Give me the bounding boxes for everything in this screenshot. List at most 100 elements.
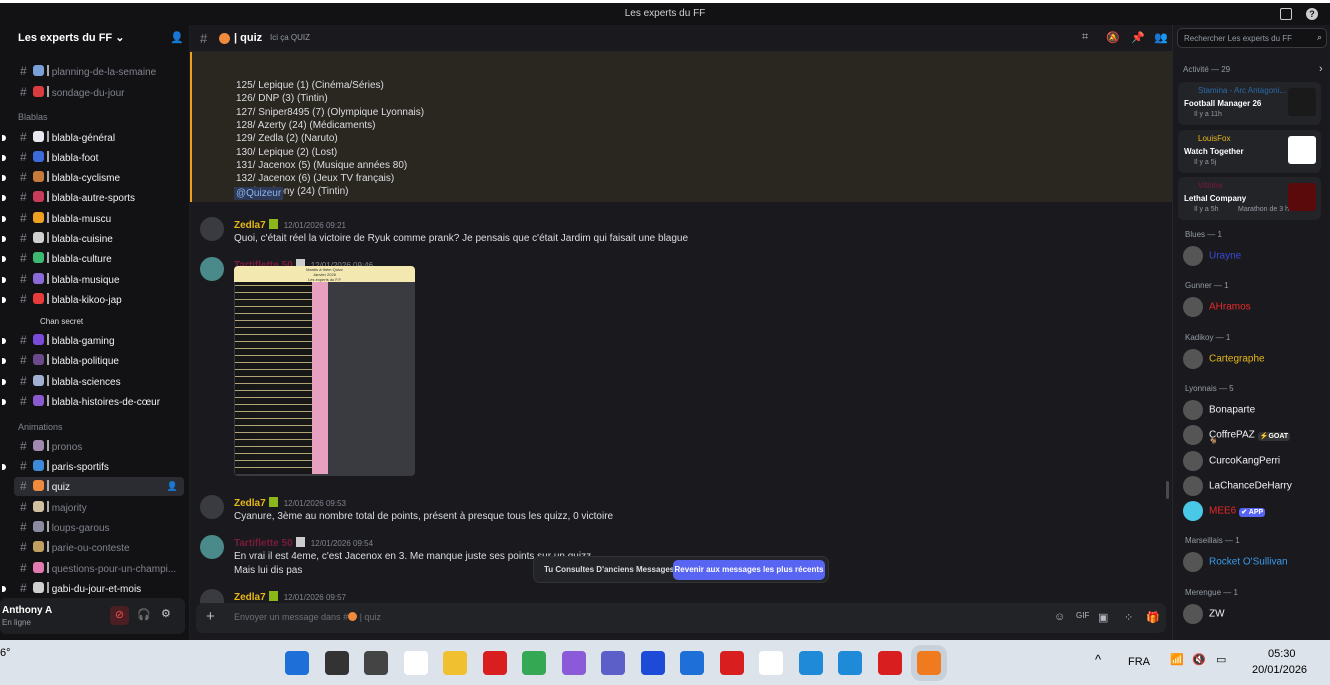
add-attachment-icon[interactable]: + (206, 608, 215, 625)
channel-blabla-autre-sports[interactable]: # blabla-autre-sports (2, 188, 184, 207)
channel-blabla-foot[interactable]: # blabla-foot (2, 148, 184, 167)
invite-icon[interactable]: 👤 (170, 31, 184, 44)
member-item[interactable]: Cartegraphe (1183, 348, 1265, 369)
input-language[interactable]: FRA (1128, 656, 1150, 668)
member-item[interactable]: Rocket O'Sullivan (1183, 552, 1288, 573)
file-explorer-icon[interactable] (443, 651, 467, 675)
file-icon[interactable] (403, 651, 428, 675)
channel-blabla-musique[interactable]: # blabla-musique (2, 270, 184, 289)
channel-quiz[interactable]: # quiz 👤 (14, 477, 184, 496)
activity-card[interactable]: Vitinha Lethal Company Il y a 5h Marathon d… (1178, 177, 1321, 220)
user-avatar[interactable] (200, 257, 224, 281)
member-item[interactable]: Urayne (1183, 246, 1241, 266)
sticker-icon[interactable]: ▣ (1098, 611, 1108, 624)
message-author[interactable]: Zedla7 12/01/2026 09:21 (234, 219, 346, 231)
volume-icon[interactable]: 🔇 (1192, 653, 1206, 666)
user-avatar[interactable] (200, 217, 224, 241)
task-view-icon[interactable] (364, 651, 388, 675)
pinned-icon[interactable]: 📌 (1131, 31, 1145, 44)
channel-blabla-cuisine[interactable]: # blabla-cuisine (2, 229, 184, 248)
settings-gear-icon[interactable]: ⚙ (161, 607, 171, 620)
wifi-icon[interactable]: 📶 (1170, 653, 1184, 666)
record-icon[interactable] (482, 651, 507, 675)
message-input-placeholder[interactable]: Envoyer un message dans # | quiz (234, 612, 381, 622)
channel-loups-garous[interactable]: # loups-garous (14, 518, 184, 537)
channel-pronos[interactable]: # pronos (14, 437, 184, 456)
member-item[interactable]: ZW (1183, 603, 1225, 624)
channel-topic[interactable]: Ici ça QUIZ (270, 33, 310, 42)
gif-icon[interactable]: GIF (1076, 611, 1089, 620)
teams-icon[interactable] (601, 651, 625, 675)
tlc-icon[interactable] (719, 651, 744, 675)
channel-parie-ou-conteste[interactable]: # parie-ou-conteste (14, 538, 184, 557)
member-item[interactable]: AHramos (1183, 297, 1251, 318)
outlook-icon[interactable] (680, 651, 704, 675)
help-icon[interactable]: ? (1306, 8, 1318, 20)
jump-to-present-button[interactable]: Revenir aux messages les plus récents (673, 560, 825, 580)
search-icon[interactable] (324, 651, 349, 675)
user-avatar[interactable] (200, 535, 224, 559)
channel-planning-de-la-semaine[interactable]: # planning-de-la-semaine (14, 62, 184, 81)
inbox-icon[interactable] (1280, 8, 1292, 20)
channel-blabla-général[interactable]: # blabla-général (2, 128, 184, 147)
message-author[interactable]: Tartiflette 50 12/01/2026 09:54 (234, 537, 373, 549)
category-animations[interactable]: Animations (18, 422, 63, 432)
chrome-icon[interactable] (522, 651, 546, 675)
activity-header[interactable]: Activité — 29 (1183, 65, 1230, 74)
m365-icon[interactable] (561, 651, 586, 675)
message-composer[interactable]: + Envoyer un message dans # | quiz ☺ GIF… (196, 603, 1166, 633)
notifications-icon[interactable]: 🔕 (1106, 31, 1120, 44)
member-item[interactable]: Bonaparte (1183, 399, 1255, 420)
member-item[interactable]: LaChanceDeHarry (1183, 475, 1292, 496)
channel-sondage-du-jour[interactable]: # sondage-du-jour (14, 83, 184, 102)
start-icon[interactable] (285, 651, 309, 675)
mute-mic-button[interactable]: ⊘ (110, 606, 129, 625)
gift-icon[interactable]: 🎁 (1146, 611, 1160, 624)
channel-gabi-du-jour-et-mois[interactable]: # gabi-du-jour-et-mois (2, 579, 184, 598)
apps-icon[interactable]: ⁘ (1124, 611, 1133, 624)
channel-blabla-histoires-de-cur[interactable]: # blabla-histoires-de-cœur (2, 392, 184, 411)
role-mention[interactable]: @Quizeur (234, 187, 284, 200)
username[interactable]: Anthony A (2, 605, 52, 616)
firefox-icon[interactable] (911, 645, 947, 681)
server-name-button[interactable]: Les experts du FF ⌄ (18, 31, 124, 44)
message-author[interactable]: Zedla7 12/01/2026 09:57 (234, 591, 346, 603)
message-author[interactable]: Zedla7 12/01/2026 09:53 (234, 497, 346, 509)
channel-blabla-culture[interactable]: # blabla-culture (2, 249, 184, 268)
quiz-scoreboard-image[interactable]: Mardis à thèm Quizz Janvier 2026 Les exper… (234, 266, 415, 476)
server-search-input[interactable]: Rechercher Les experts du FF ⌕ (1177, 28, 1327, 48)
channel-blabla-politique[interactable]: # blabla-politique (2, 351, 184, 370)
channel-blabla-cyclisme[interactable]: # blabla-cyclisme (2, 168, 184, 187)
member-item[interactable]: CurcoKangPerri (1183, 450, 1280, 471)
headphones-icon[interactable]: 🎧 (137, 608, 151, 621)
clock-date[interactable]: 20/01/2026 (1252, 664, 1307, 676)
channel-questions-pour-un-champi[interactable]: # questions-pour-un-champi... (14, 559, 184, 578)
member-item[interactable]: MEE6 ✔ APP (1183, 501, 1266, 522)
activity-card[interactable]: Stamina - Arc Antagoni... Football Manage… (1178, 82, 1321, 125)
file2-icon[interactable] (759, 651, 783, 675)
threads-icon[interactable]: ⌗ (1082, 31, 1088, 44)
activity-expand-chevron-icon[interactable]: › (1319, 63, 1323, 75)
myhp-icon[interactable] (640, 651, 665, 675)
battery-icon[interactable]: ▭ (1216, 653, 1226, 666)
invite-icon[interactable]: 👤 (167, 477, 178, 496)
tray-chevron-icon[interactable]: ^ (1095, 652, 1101, 667)
edge-icon[interactable] (838, 651, 862, 675)
channel-blabla-gaming[interactable]: # blabla-gaming (2, 331, 184, 350)
opera-icon[interactable] (877, 651, 902, 675)
member-list-icon[interactable]: 👥 (1154, 31, 1168, 44)
weather-widget[interactable]: 6° (0, 647, 11, 659)
thread-item[interactable]: Chan secret (34, 312, 204, 331)
store-icon[interactable] (798, 651, 823, 675)
activity-card[interactable]: LouisFox Watch Together Il y a 5j (1178, 129, 1321, 173)
member-item[interactable]: CoffrePAZ ⚡GOAT 🐐 (1183, 425, 1291, 446)
channel-majority[interactable]: # majority (14, 498, 184, 517)
emoji-picker-icon[interactable]: ☺ (1054, 611, 1065, 623)
channel-paris-sportifs[interactable]: # paris-sportifs (2, 457, 184, 476)
channel-blabla-sciences[interactable]: # blabla-sciences (2, 372, 184, 391)
user-avatar[interactable] (200, 495, 224, 519)
scrollbar[interactable] (1166, 481, 1169, 499)
clock-time[interactable]: 05:30 (1268, 648, 1296, 660)
channel-blabla-kikoo-jap[interactable]: # blabla-kikoo-jap (2, 290, 184, 309)
channel-blabla-muscu[interactable]: # blabla-muscu (2, 209, 184, 228)
